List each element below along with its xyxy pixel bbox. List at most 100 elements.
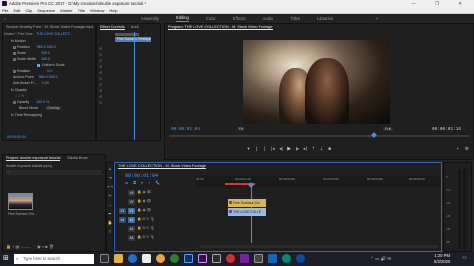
hand-tool-icon[interactable]: ✋ [107, 218, 113, 227]
track-a1-label[interactable]: A1 [128, 217, 135, 223]
fx-row-opacity-group[interactable]: fx Opacity [11, 88, 27, 92]
tab-audio-mixer[interactable]: Audi [131, 25, 139, 29]
app-icon-teal[interactable] [282, 254, 291, 263]
fx-row-motion[interactable]: fx Motion [11, 39, 26, 43]
workspace-effects[interactable]: Effects [233, 16, 246, 21]
project-search-input[interactable]: ⌕ [6, 170, 102, 175]
step-forward-icon[interactable]: |▸ [294, 146, 301, 152]
program-timecode[interactable]: 00:00:01:04 [171, 127, 200, 132]
settings-wrench-icon[interactable]: ⚙ [465, 146, 469, 152]
menu-help[interactable]: Help [109, 7, 117, 13]
chrome-icon[interactable] [170, 254, 179, 263]
windows-start-icon[interactable]: ⊞ [3, 255, 9, 263]
fx-timecode[interactable]: 00:00:01:04 [7, 135, 26, 139]
menu-file[interactable]: File [2, 7, 8, 13]
workspace-color[interactable]: Color [206, 16, 216, 21]
fx-mini-ruler[interactable] [115, 33, 139, 36]
fx-row-time-remapping[interactable]: fx Time Remapping [11, 113, 42, 117]
fx-row-rotation[interactable]: Rotation 0.0 [13, 69, 52, 73]
export-frame-icon[interactable]: ◙ [326, 146, 333, 152]
app-icon-purple[interactable] [240, 254, 249, 263]
fx-row-anchor-point[interactable]: Anchor Point 960.0 540.0 [13, 75, 58, 79]
razor-tool-icon[interactable]: ✂ [107, 191, 113, 200]
fx-row-opacity[interactable]: Opacity 100.0 % [13, 100, 49, 104]
app-icon-blue[interactable] [268, 254, 277, 263]
track-a3-icons[interactable]: 🔒 M S 🎙 [137, 235, 154, 239]
workspace-audio[interactable]: Audio [263, 16, 274, 21]
clip-v2-free-sunrises[interactable]: Free Sunrises Tim [228, 199, 266, 207]
clip-thumbnail-label[interactable]: Free Sunrises Tim... [8, 212, 37, 216]
fx-playhead[interactable] [134, 32, 135, 140]
workspace-editing[interactable]: Editing [175, 15, 189, 22]
timeline-zoom-scrollbar[interactable] [199, 245, 439, 248]
program-scrubber[interactable] [169, 135, 469, 137]
slip-tool-icon[interactable]: ↔ [107, 200, 113, 209]
tray-icons[interactable]: ⌃ ▭ 🔊 ✉ [370, 256, 391, 262]
app-icon-red[interactable] [226, 254, 235, 263]
menu-window[interactable]: Window [90, 7, 104, 13]
uniform-scale-checkbox[interactable] [37, 63, 40, 67]
fx-row-scale-width[interactable]: Scale Width 100.0 [13, 57, 50, 61]
track-v1-label[interactable]: V1 [128, 208, 135, 214]
selection-tool-icon[interactable]: ▲ [107, 164, 113, 173]
app-icon-gray[interactable] [254, 254, 263, 263]
pen-tool-icon[interactable]: ✒ [107, 209, 113, 218]
window-controls[interactable]: — ❐ ✕ [411, 0, 471, 7]
fx-reset-icons[interactable]: ↺ ↺ ↺ ↺ ↺ ↺ ↺ ↺ ↺ ↺ [99, 46, 102, 106]
timeline-toolbar-icons[interactable]: ⇋ ⧉ ▾ ⌁ 🔧 [125, 180, 162, 185]
home-icon[interactable]: ⌂ [4, 16, 7, 21]
quality-select[interactable]: Full [383, 127, 394, 131]
tab-effect-controls[interactable]: Effect Controls [100, 25, 125, 30]
marker-icon[interactable]: ▾ [245, 146, 252, 152]
timeline-ruler[interactable]: 00:00 00:00:01:00 00:00:02:00 00:00:03:0… [195, 176, 441, 187]
tab-project[interactable]: Project: double exposure tutorial [6, 156, 61, 161]
taskbar-search-input[interactable]: ⌕ Type here to search [14, 254, 94, 264]
premiere-taskbar-icon[interactable] [198, 254, 207, 263]
firefox-icon[interactable] [156, 254, 165, 263]
fx-row-position[interactable]: Position 960.0 540.0 [13, 45, 56, 49]
menu-edit[interactable]: Edit [13, 7, 20, 13]
track-v2-icons[interactable]: 🔒 ◉ 👁 [137, 199, 151, 203]
file-explorer-icon[interactable] [114, 254, 123, 263]
clip-thumbnail[interactable] [8, 193, 33, 210]
track-a2-icons[interactable]: 🔒 M S 🎙 [137, 226, 154, 230]
track-a1-icons[interactable]: 🔒 M S 🎙 [137, 217, 154, 221]
mark-out-icon[interactable]: } [261, 146, 268, 152]
track-v3-label[interactable]: V3 [128, 190, 135, 196]
timeline-tab[interactable]: THE LOVE COLLECTION - M. Stock Video Foo… [115, 163, 441, 170]
source-patch-a1[interactable]: A1 [119, 217, 126, 223]
extract-icon[interactable]: ⇣ [318, 146, 325, 152]
fx-row-uniform-scale[interactable]: Uniform Scale [37, 63, 65, 67]
program-tab[interactable]: Program: THE LOVE COLLECTION - M. Stock … [165, 24, 473, 31]
go-to-out-icon[interactable]: ▸| [302, 146, 309, 152]
zoom-select[interactable]: Fit [237, 127, 246, 131]
type-tool-icon[interactable]: T [107, 227, 113, 236]
fx-row-anti-flicker[interactable]: Anti-flicker Fi... 0.00 [13, 81, 49, 85]
notification-icon[interactable]: ▭ [462, 255, 467, 261]
clip-v1-love-collection[interactable]: THE LOVE COLLE [228, 208, 266, 216]
workspace-libraries[interactable]: Libraries [317, 16, 333, 21]
ripple-edit-icon[interactable]: ⟷ [107, 182, 113, 191]
menu-sequence[interactable]: Sequence [37, 7, 55, 13]
timeline-timecode[interactable]: 00:00:01:04 [125, 173, 158, 179]
track-v2-label[interactable]: V2 [128, 199, 135, 205]
add-button-icon[interactable]: + [456, 146, 459, 151]
tab-media-browser[interactable]: Media Brow [68, 156, 88, 160]
go-to-in-icon[interactable]: |◂ [269, 146, 276, 152]
edge-browser-icon[interactable] [128, 254, 137, 263]
fx-clip-bar[interactable]: Free Sunrises Timelapse [115, 37, 151, 42]
mask-icons[interactable]: ○ □ ✎ [15, 94, 24, 98]
photoshop-icon[interactable] [184, 254, 193, 263]
menu-title[interactable]: Title [78, 7, 85, 13]
project-footer-icons[interactable]: 🔒 ≡ ▦ ○—— ⋮ ▣ ⌕ ■ 🗑 [6, 244, 102, 251]
fx-row-blend-mode[interactable]: Blend Mode Overlay [19, 106, 62, 110]
media-encoder-icon[interactable] [212, 254, 221, 263]
tray-clock[interactable]: 1:20 PM 5/3/2020 [434, 253, 450, 265]
fx-row-scale[interactable]: Scale 100.0 [13, 51, 50, 55]
step-back-icon[interactable]: ◂| [278, 146, 285, 152]
lift-icon[interactable]: ⇡ [310, 146, 317, 152]
source-tab[interactable]: Source: Anxiety Free - M. Stock Video Fo… [3, 24, 95, 31]
play-icon[interactable]: ▶ [286, 146, 293, 152]
app-icon-navy[interactable] [296, 254, 305, 263]
menu-marker[interactable]: Marker [60, 7, 72, 13]
